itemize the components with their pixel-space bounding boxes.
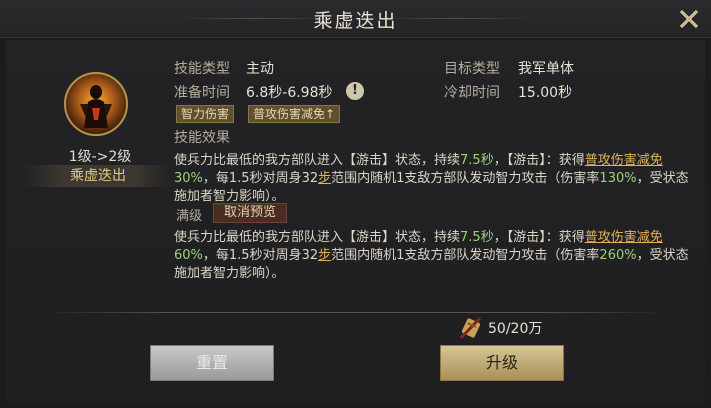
cooldown-value: 15.00秒	[518, 85, 573, 101]
title-bar: 乘虚迭出	[0, 0, 711, 38]
upgrade-button[interactable]: 升级	[440, 345, 564, 381]
desc-percent: 60%	[174, 248, 203, 263]
desc-duration: 7.5秒	[460, 153, 494, 168]
cancel-preview-button[interactable]: 取消预览	[213, 203, 287, 223]
prep-time-label: 准备时间	[174, 85, 230, 101]
desc-percent: 30%	[174, 171, 203, 186]
skill-tag: 智力伤害	[176, 105, 235, 123]
desc-damage-rate: 260%	[599, 248, 637, 263]
target-type-value: 我军单体	[518, 61, 574, 77]
divider	[44, 312, 666, 313]
desc-text: 使兵力比最低的我方部队进入【游击】状态，持续	[174, 153, 461, 168]
desc-text: 使兵力比最低的我方部队进入【游击】状态，持续	[174, 230, 461, 245]
skill-icon	[64, 72, 128, 136]
prep-time-value: 6.8秒-6.98秒	[246, 85, 333, 101]
reset-button[interactable]: 重置	[150, 345, 274, 381]
cooldown-label: 冷却时间	[444, 85, 500, 101]
close-icon[interactable]	[675, 5, 703, 33]
desc-text: ，【游击】：获得	[493, 153, 585, 168]
desc-text: ，【游击】：获得	[493, 230, 585, 245]
max-level-label: 满级	[176, 209, 203, 224]
skill-tag: 普攻伤害减免↑	[248, 105, 341, 123]
desc-text: 范围内随机1支敌方部队发动智力攻击（伤害率	[331, 248, 600, 263]
effect-description-current: 使兵力比最低的我方部队进入【游击】状态，持续7.5秒，【游击】：获得普攻伤害减免…	[174, 152, 694, 206]
desc-damage-rate: 130%	[599, 171, 637, 186]
effect-description-max: 使兵力比最低的我方部队进入【游击】状态，持续7.5秒，【游击】：获得普攻伤害减免…	[174, 229, 694, 283]
scroll-token-icon	[459, 316, 482, 340]
desc-text: ，每1.5秒对周身32	[202, 171, 319, 186]
info-icon[interactable]: !	[346, 82, 364, 100]
skill-level-change: 1级->2级	[68, 149, 132, 165]
effect-heading: 技能效果	[174, 130, 230, 146]
warrior-silhouette-icon	[80, 85, 112, 128]
upgrade-cost: 50/20万	[488, 321, 543, 337]
skill-name: 乘虚迭出	[24, 165, 172, 187]
desc-keyword-link[interactable]: 普攻伤害减免	[585, 230, 663, 245]
desc-text: 范围内随机1支敌方部队发动智力攻击（伤害率	[331, 171, 600, 186]
desc-keyword-link[interactable]: 普攻伤害减免	[585, 153, 663, 168]
skill-type-label: 技能类型	[174, 61, 230, 77]
page-title: 乘虚迭出	[313, 10, 398, 32]
desc-step-link[interactable]: 步	[318, 171, 331, 186]
skill-type-value: 主动	[246, 61, 274, 77]
desc-text: ，每1.5秒对周身32	[202, 248, 319, 263]
desc-duration: 7.5秒	[460, 230, 494, 245]
desc-step-link[interactable]: 步	[318, 248, 331, 263]
target-type-label: 目标类型	[444, 61, 500, 77]
